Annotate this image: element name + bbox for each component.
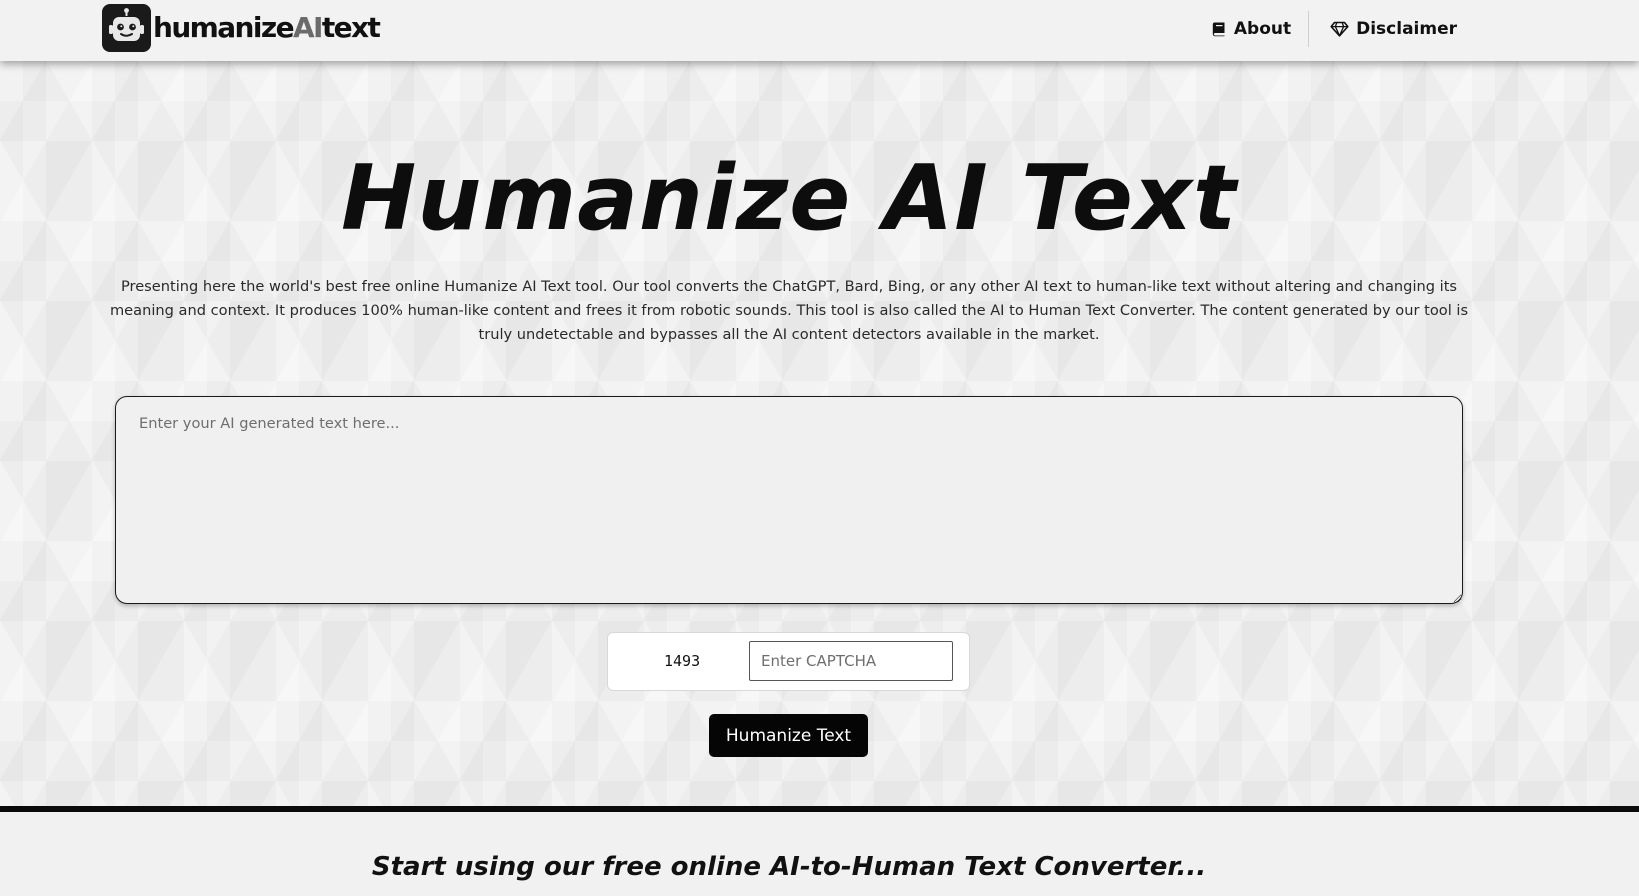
captcha-panel: 1493 [607,632,970,691]
ai-text-input[interactable] [115,396,1463,604]
captcha-input[interactable] [749,641,953,681]
nav-disclaimer-link[interactable]: Disclaimer [1309,11,1457,47]
book-icon [1212,22,1225,37]
tool-description: Presenting here the world's best free on… [109,278,1469,343]
captcha-code: 1493 [664,652,701,670]
nav-about-link[interactable]: About [1211,11,1308,47]
main-nav: About Disclaimer [1211,0,1639,58]
logo-word-prefix: humanize [153,11,295,44]
logo-word-ai: AI [292,11,323,44]
logo-wordmark: humanizeAItext [153,4,381,52]
logo-word-suffix: text [321,11,381,44]
site-logo[interactable]: humanizeAItext [102,4,381,52]
intro-section: Start using our free online AI-to-Human … [0,812,1639,896]
nav-about-label: About [1233,19,1292,39]
page-title: Humanize AI Text [341,146,1237,251]
diamond-icon [1330,21,1349,37]
nav-disclaimer-label: Disclaimer [1356,19,1457,39]
site-header: humanizeAItext About Disclaimer [0,0,1639,61]
section-heading: Start using our free online AI-to-Human … [371,852,1207,882]
robot-icon [102,4,151,52]
humanize-text-button[interactable]: Humanize Text [709,714,868,757]
